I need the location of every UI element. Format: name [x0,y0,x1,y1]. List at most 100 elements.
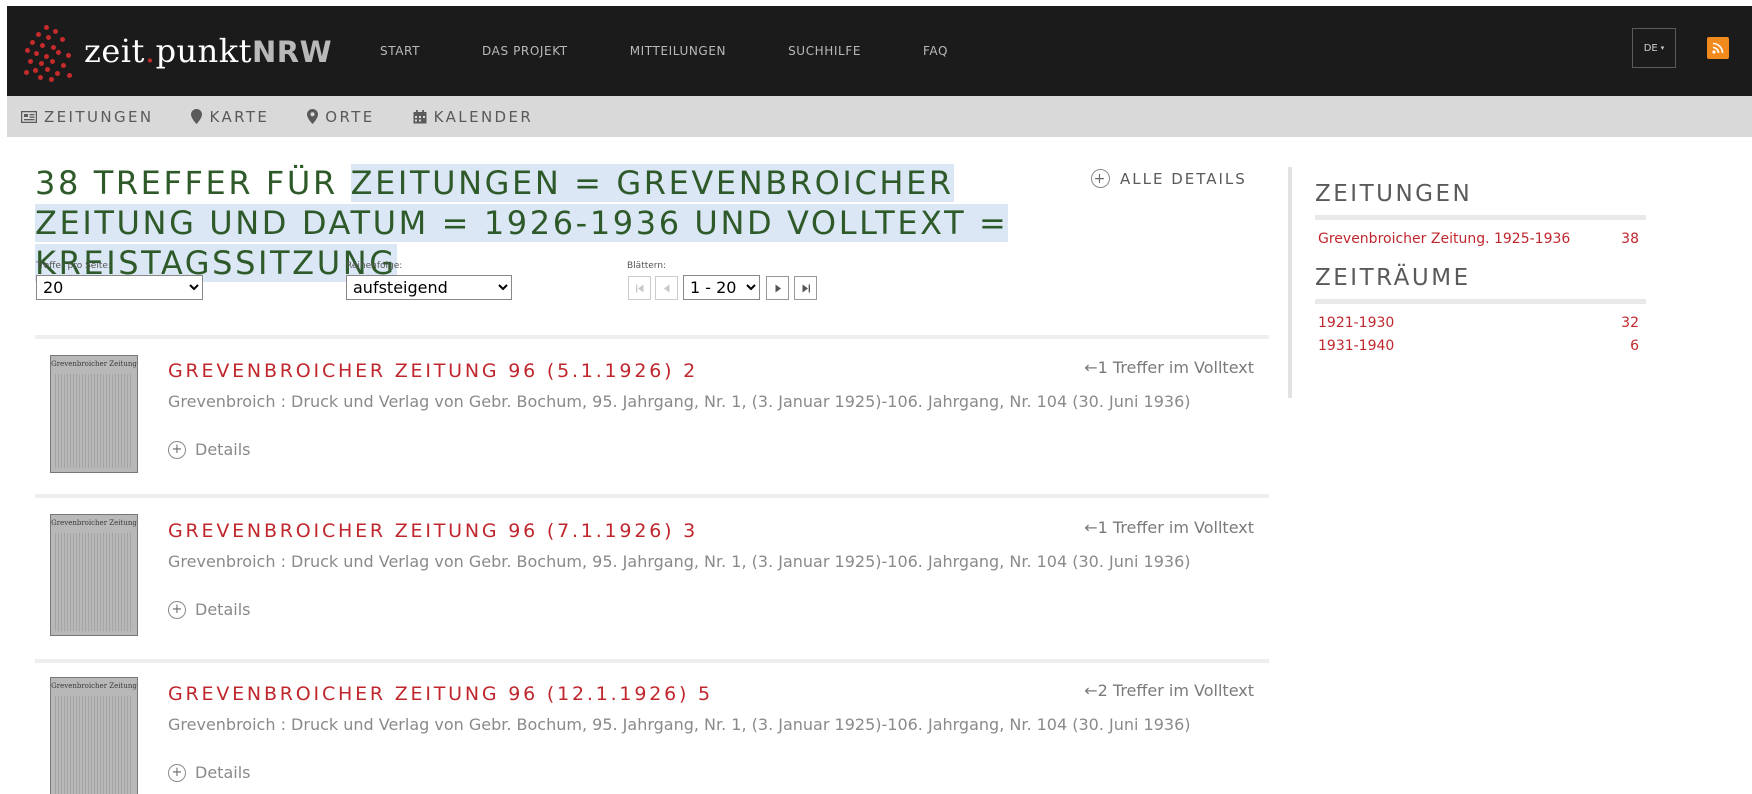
search-results-heading: 38 TREFFER FÜR ZEITUNGEN = GREVENBROICHE… [35,163,1115,283]
result-title[interactable]: GREVENBROICHER ZEITUNG 96 (5.1.1926) 2 [168,360,698,382]
subnav-orte[interactable]: ORTE [307,108,374,126]
language-label: DE [1643,42,1658,54]
logo-dot-mark [34,51,39,56]
facet-item[interactable]: 1931-1940 6 [1318,338,1639,354]
facet-item[interactable]: 1921-1930 32 [1318,315,1639,331]
facet-heading-zeitungen: ZEITUNGEN [1315,181,1473,207]
paging-label: Blättern: [627,261,667,271]
result-title[interactable]: GREVENBROICHER ZEITUNG 96 (12.1.1926) 5 [168,683,713,705]
logo-dot-mark [53,29,58,34]
nav-das-projekt[interactable]: DAS PROJEKT [482,44,568,58]
result-title[interactable]: GREVENBROICHER ZEITUNG 96 (7.1.1926) 3 [168,520,698,542]
result-fulltext-hits[interactable]: ←1 Treffer im Volltext [1084,358,1254,377]
thumbnail-text-texture [55,374,133,468]
logo-dot-mark [28,59,33,64]
plus-circle-icon: + [168,763,186,782]
page: zeit.punktNRW START DAS PROJEKT MITTEILU… [0,0,1752,794]
result-fulltext-hits[interactable]: ←2 Treffer im Volltext [1084,681,1254,700]
logo-text: zeit.punktNRW [84,32,332,70]
logo-part-punkt: punkt [155,32,253,70]
subnav-orte-label: ORTE [325,107,375,126]
result-count-prefix: 38 TREFFER FÜR [35,164,351,202]
result-thumbnail[interactable]: Grevenbroicher Zeitung [50,355,138,473]
result-description: Grevenbroich : Druck und Verlag von Gebr… [168,392,1191,411]
next-page-button[interactable] [766,276,789,300]
caret-down-icon: ▾ [1660,44,1665,52]
facet-item-count: 32 [1621,315,1639,331]
logo-dot-mark [24,70,29,75]
logo-dot-mark [67,73,72,78]
site-logo[interactable]: zeit.punktNRW [22,18,332,84]
subnav-zeitungen[interactable]: ZEITUNGEN [21,108,153,126]
order-select[interactable]: aufsteigend [346,275,512,300]
result-details-toggle[interactable]: + Details [168,763,250,782]
result-description: Grevenbroich : Druck und Verlag von Gebr… [168,715,1191,734]
logo-dot-mark [39,61,44,66]
nav-faq[interactable]: FAQ [923,44,948,58]
logo-dot-mark [49,77,54,82]
thumbnail-masthead: Grevenbroicher Zeitung [51,519,137,527]
logo-dot-mark [56,50,61,55]
logo-dot-mark [44,25,49,30]
logo-dot-mark [61,63,66,68]
plus-circle-icon: + [168,440,186,459]
facet-separator [1288,167,1292,398]
last-page-button[interactable] [794,276,817,300]
logo-dot-mark [40,43,45,48]
facet-item-label: 1931-1940 [1318,338,1395,354]
logo-part-zeit: zeit [84,32,145,70]
logo-dot-mark [25,48,30,53]
result-details-label: Details [195,763,251,782]
logo-dot-mark [30,40,35,45]
sub-nav: ZEITUNGEN KARTE ORTE KALENDER [7,96,1752,137]
logo-dot-mark [38,75,43,80]
subnav-karte[interactable]: KARTE [191,108,269,126]
logo-dot-mark [44,54,49,59]
language-dropdown[interactable]: DE ▾ [1632,28,1676,68]
facet-item[interactable]: Grevenbroicher Zeitung. 1925-1936 38 [1318,231,1639,247]
page-range-select[interactable]: 1 - 20 [683,275,760,300]
thumbnail-masthead: Grevenbroicher Zeitung [51,682,137,690]
calendar-icon [413,109,427,123]
prev-page-button[interactable] [655,276,678,300]
subnav-kalender[interactable]: KALENDER [413,108,534,126]
subnav-kalender-label: KALENDER [433,107,534,126]
next-page-icon [775,284,781,292]
logo-dot-mark [51,45,56,50]
thumbnail-masthead: Grevenbroicher Zeitung [51,360,137,368]
nav-start[interactable]: START [380,44,420,58]
subnav-zeitungen-label: ZEITUNGEN [44,107,154,126]
logo-dot-mark [60,37,65,42]
rss-icon[interactable] [1707,37,1729,59]
nav-suchhilfe[interactable]: SUCHHILFE [788,44,861,58]
result-thumbnail[interactable]: Grevenbroicher Zeitung [50,514,138,636]
result-thumbnail[interactable]: Grevenbroicher Zeitung [50,677,138,794]
result-details-toggle[interactable]: + Details [168,440,250,459]
newspaper-icon [21,110,37,123]
order-label: Reihenfolge: [346,261,403,271]
last-page-icon [802,284,810,292]
facet-item-label: Grevenbroicher Zeitung. 1925-1936 [1318,231,1571,247]
top-navbar: zeit.punktNRW START DAS PROJEKT MITTEILU… [7,6,1752,96]
plus-circle-icon: + [1091,169,1110,188]
result-details-toggle[interactable]: + Details [168,600,250,619]
result-divider [35,659,1269,663]
facet-rule [1315,215,1646,220]
all-details-label: ALLE DETAILS [1120,169,1247,188]
result-fulltext-hits[interactable]: ←1 Treffer im Volltext [1084,518,1254,537]
per-page-select[interactable]: 20 [36,275,203,300]
all-details-toggle[interactable]: + ALLE DETAILS [1091,169,1247,188]
logo-dots-icon [22,23,74,82]
main-nav: START DAS PROJEKT MITTEILUNGEN SUCHHILFE… [380,6,1010,96]
result-divider [35,335,1269,339]
nav-mitteilungen[interactable]: MITTEILUNGEN [630,44,726,58]
per-page-label: Treffer pro Seite: [36,261,111,271]
logo-dot-mark [50,59,55,64]
thumbnail-text-texture [55,696,133,794]
result-description: Grevenbroich : Druck und Verlag von Gebr… [168,552,1191,571]
first-page-button[interactable] [628,276,651,300]
location-icon [307,109,319,124]
logo-dot-mark [55,71,60,76]
thumbnail-text-texture [55,533,133,631]
facet-item-count: 38 [1621,231,1639,247]
